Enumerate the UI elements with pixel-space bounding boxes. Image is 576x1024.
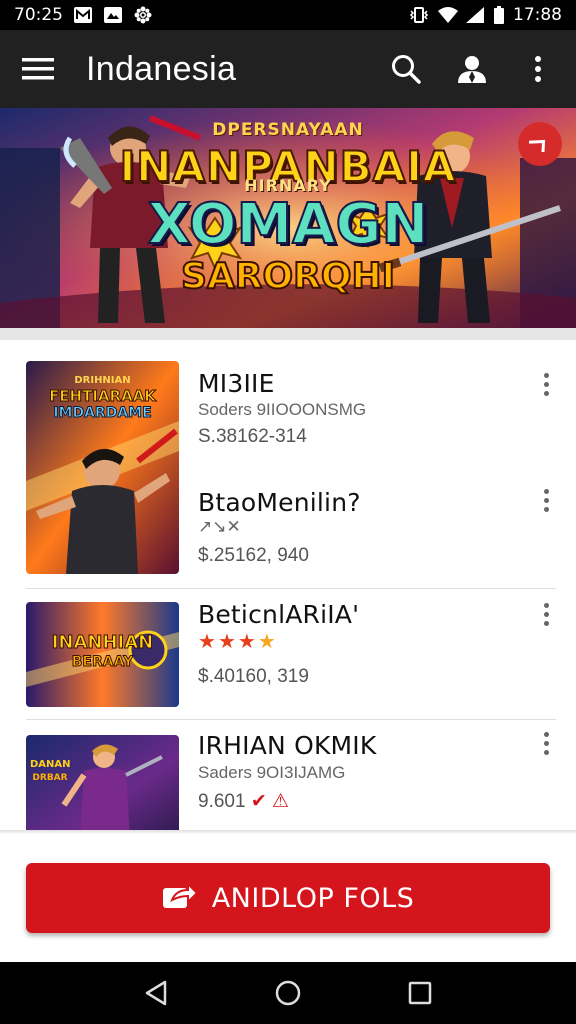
item-subtitle: ↗↘✕ [198,517,241,536]
banner-line-4: XOMAGN [147,191,430,258]
thumbnail-caption-1: DRIHNIAN [74,375,131,386]
product-list[interactable]: DRIHNIAN FEHTIARAAK IMDARDAME MI3IIE Sod… [0,340,576,830]
status-bar: 70:25 17:88 [0,0,576,30]
signal-icon [465,6,485,24]
banner-line-5: SARORQHI [180,255,396,298]
wifi-icon [437,6,458,24]
chevron-close-icon[interactable] [518,122,562,166]
menu-icon[interactable] [20,51,56,87]
recents-icon[interactable] [400,973,440,1013]
thumbnail-caption-1: INANHIAN [51,632,154,654]
more-vert-icon[interactable] [534,599,558,629]
more-vert-icon[interactable] [534,485,558,515]
price-badge: ✔ ⚠ [250,791,290,812]
item-title[interactable]: MI3IIE [198,369,275,398]
item-price: $.40160, 319 [198,666,309,687]
promo-banner[interactable]: DPERSNAYAAN INANPANBAIA HIRNARY XOMAGN S… [0,108,576,328]
item-price: S.38162-314 [198,426,307,447]
banner-divider [0,328,576,340]
primary-action-label: ANIDLOP FOLS [211,882,415,914]
item-price: 9.601 ✔ ⚠ [198,790,289,813]
more-vert-icon[interactable] [534,728,558,758]
app-bar: Indanesia [0,30,576,108]
app-screen: 70:25 17:88 Indanesia DPERSNAYAAN INANPA… [0,0,576,1024]
item-title[interactable]: BtaoMenilin? [198,488,361,517]
more-vert-icon[interactable] [534,369,558,399]
list-bottom-shadow [0,830,576,834]
back-icon[interactable] [136,973,176,1013]
rating-stars: ★ ★ ★ ★ [198,629,276,654]
search-icon[interactable] [388,51,424,87]
product-thumbnail[interactable]: INANHIAN BERAAY [26,602,179,707]
notification-icon [73,6,93,24]
star-icon: ★ [217,631,236,653]
thumbnail-caption-2: BERAAY [71,654,134,671]
more-vert-icon[interactable] [520,51,556,87]
item-subtitle: Soders 9IIOOONSMG [198,400,367,419]
status-time-left: 70:25 [14,5,63,25]
settings-flower-icon [133,6,153,24]
thumbnail-caption-1: DANAN [30,759,71,770]
star-icon: ★ [198,631,216,653]
star-icon: ★ [237,631,256,653]
item-title[interactable]: BeticnlARiIA' [198,600,359,629]
list-item[interactable]: DRIHNIAN FEHTIARAAK IMDARDAME MI3IIE Sod… [0,340,576,586]
product-thumbnail[interactable]: DRIHNIAN FEHTIARAAK IMDARDAME [26,361,179,574]
battery-icon [493,6,505,24]
banner-line-1: DPERSNAYAAN [212,120,364,140]
list-item[interactable]: INANHIAN BERAAY BeticnlARiIA' ★ ★ ★ ★ $.… [0,589,576,719]
app-title: Indanesia [86,49,237,88]
item-price: $.25162, 940 [198,545,309,566]
item-price-value: 9.601 [198,791,246,812]
list-item[interactable]: DANAN DRBAR IRHIAN OKMIK Saders 9OI3IJAM… [0,720,576,830]
primary-action-button[interactable]: ANIDLOP FOLS [26,863,550,933]
vibrate-icon [409,6,429,24]
account-icon[interactable] [454,51,490,87]
status-time-right: 17:88 [513,5,562,25]
share-arrow-icon [162,881,199,915]
thumbnail-caption-3: IMDARDAME [53,405,152,422]
item-subtitle: Saders 9OI3IJAMG [198,763,346,782]
system-nav-bar [0,962,576,1024]
star-icon: ★ [257,631,276,653]
item-title[interactable]: IRHIAN OKMIK [198,731,376,760]
thumbnail-caption-2: FEHTIARAAK [49,387,157,406]
home-icon[interactable] [268,973,308,1013]
photo-icon [103,6,123,24]
product-thumbnail[interactable]: DANAN DRBAR [26,735,179,830]
thumbnail-caption-2: DRBAR [32,773,68,783]
